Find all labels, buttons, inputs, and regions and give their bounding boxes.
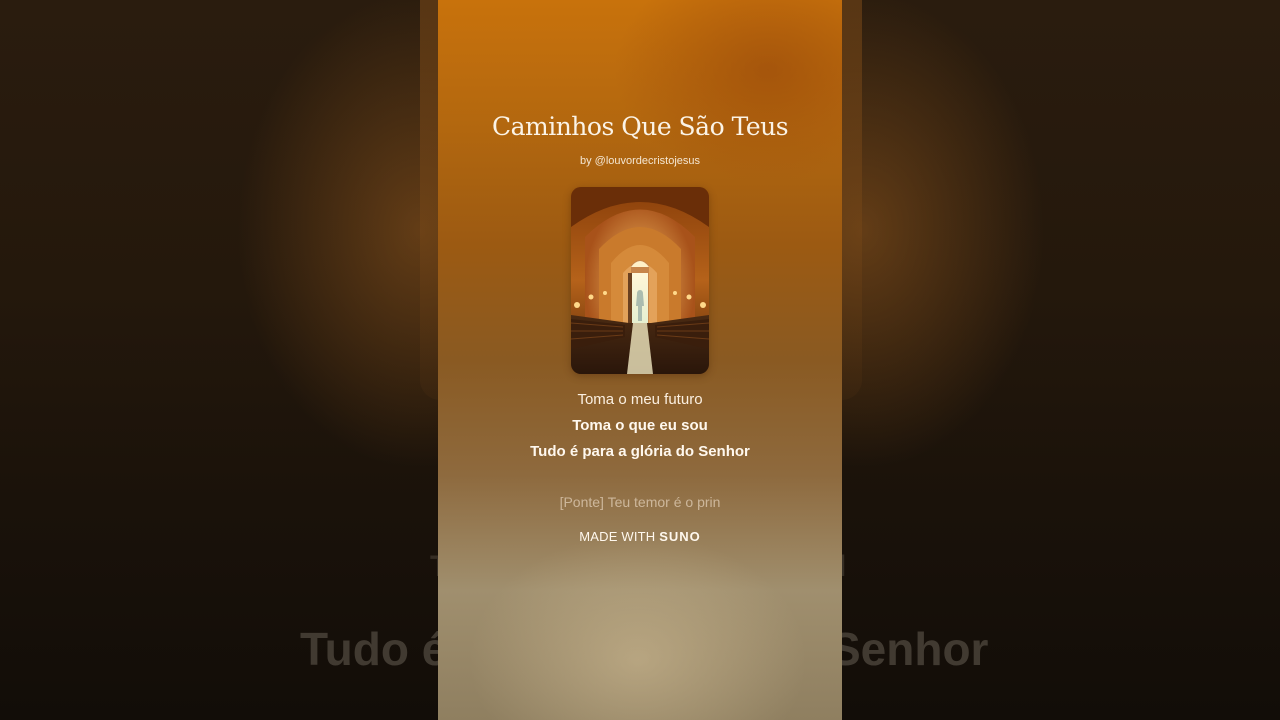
- lyric-line-current: Toma o que eu sou: [572, 417, 708, 434]
- lyric-line-upcoming: [Ponte] Teu temor é o prin: [559, 494, 721, 510]
- blurred-background-left: [0, 0, 438, 720]
- made-with-label: MADE WITH: [579, 529, 656, 544]
- lyric-line-current: Tudo é para a glória do Senhor: [530, 443, 750, 460]
- church-interior-illustration: [571, 187, 709, 374]
- lyric-line-previous: Toma o meu futuro: [577, 391, 703, 408]
- blurred-background-right: [842, 0, 1280, 720]
- suno-logo-text: SUNO: [659, 529, 701, 544]
- song-title: Caminhos Que São Teus: [491, 112, 789, 141]
- blurred-lyric-fragment-left: Tudo é: [300, 623, 448, 675]
- lyric-panel: Caminhos Que São Teus by @louvordecristo…: [438, 0, 842, 720]
- made-with-suno-badge: MADE WITH SUNO: [438, 529, 842, 544]
- video-frame: T l Tudo é Senhor Caminhos Que São Teus …: [0, 0, 1280, 720]
- song-author: by @louvordecristojesus: [580, 155, 700, 167]
- cover-art-image: [571, 187, 709, 374]
- blurred-lyric-fragment-right: Senhor: [830, 623, 989, 675]
